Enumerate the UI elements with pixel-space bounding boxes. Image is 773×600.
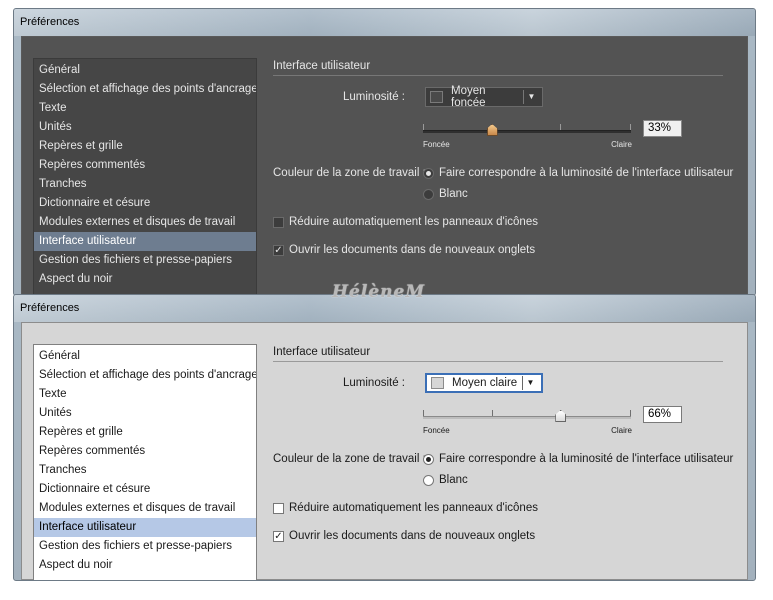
settings-panel: Interface utilisateur Luminosité : Moyen…	[273, 58, 733, 294]
radio-option-white[interactable]: Blanc	[423, 186, 468, 202]
settings-panel: Interface utilisateur Luminosité : Moyen…	[273, 344, 733, 579]
section-title: Interface utilisateur	[273, 346, 371, 358]
brightness-percent-field[interactable]: 33%	[643, 120, 682, 137]
category-item-type[interactable]: Texte	[34, 385, 256, 404]
brightness-swatch	[430, 91, 443, 103]
section-title: Interface utilisateur	[273, 60, 371, 72]
slider-min-label: Foncée	[423, 140, 450, 149]
category-item-general[interactable]: Général	[34, 61, 256, 80]
slider-max-label: Claire	[611, 426, 632, 435]
category-item-smart-guides[interactable]: Repères commentés	[34, 156, 256, 175]
section-divider	[273, 361, 723, 362]
radio-option-match[interactable]: Faire correspondre à la luminosité de l'…	[423, 451, 733, 467]
workspace-color-label: Couleur de la zone de travail :	[273, 453, 426, 465]
category-list: Général Sélection et affichage des point…	[33, 344, 257, 580]
checkbox-auto-collapse[interactable]	[273, 502, 284, 514]
brightness-value: Moyen foncée	[451, 85, 486, 109]
checkmark-icon: ✓	[274, 530, 283, 542]
dialog-content: Général Sélection et affichage des point…	[21, 36, 748, 295]
slider-min-label: Foncée	[423, 426, 450, 435]
checkbox-open-tabs-label: Ouvrir les documents dans de nouveaux on…	[289, 530, 536, 542]
brightness-slider[interactable]: Foncée Claire	[423, 116, 632, 150]
category-item-slices[interactable]: Tranches	[34, 461, 256, 480]
category-item-guides-grid[interactable]: Repères et grille	[34, 423, 256, 442]
radio-match-label: Faire correspondre à la luminosité de l'…	[439, 167, 734, 179]
category-item-user-interface[interactable]: Interface utilisateur	[34, 518, 256, 537]
checkbox-open-tabs[interactable]: ✓	[273, 244, 284, 256]
category-item-file-clipboard[interactable]: Gestion des fichiers et presse-papiers	[34, 537, 256, 556]
slider-max-label: Claire	[611, 140, 632, 149]
checkbox-auto-collapse-row[interactable]: Réduire automatiquement les panneaux d'i…	[273, 500, 538, 516]
category-item-units[interactable]: Unités	[34, 404, 256, 423]
brightness-label: Luminosité :	[343, 91, 406, 103]
checkbox-auto-collapse[interactable]	[273, 216, 284, 228]
checkmark-icon: ✓	[274, 244, 283, 256]
category-item-units[interactable]: Unités	[34, 118, 256, 137]
radio-white-label: Blanc	[439, 474, 468, 486]
category-item-file-clipboard[interactable]: Gestion des fichiers et presse-papiers	[34, 251, 256, 270]
preferences-window-dark: Préférences Général Sélection et afficha…	[13, 8, 756, 296]
watermark-signature: HélèneM	[332, 282, 426, 302]
checkbox-open-tabs-row[interactable]: ✓ Ouvrir les documents dans de nouveaux …	[273, 242, 535, 258]
checkbox-open-tabs-row[interactable]: ✓ Ouvrir les documents dans de nouveaux …	[273, 528, 535, 544]
brightness-dropdown[interactable]: Moyen foncée ▼	[425, 85, 543, 109]
brightness-value: Moyen claire	[452, 377, 518, 389]
category-item-general[interactable]: Général	[34, 347, 256, 366]
brightness-percent-field[interactable]: 66%	[643, 406, 682, 423]
slider-track[interactable]	[423, 130, 631, 133]
radio-option-white[interactable]: Blanc	[423, 472, 468, 488]
chevron-down-icon[interactable]: ▼	[523, 90, 539, 104]
dialog-content: Général Sélection et affichage des point…	[21, 322, 748, 580]
workspace-color-label: Couleur de la zone de travail :	[273, 167, 426, 179]
checkbox-auto-collapse-row[interactable]: Réduire automatiquement les panneaux d'i…	[273, 214, 538, 230]
slider-track[interactable]	[423, 416, 631, 419]
window-title: Préférences	[20, 16, 80, 28]
radio-option-match[interactable]: Faire correspondre à la luminosité de l'…	[423, 165, 733, 181]
category-item-user-interface[interactable]: Interface utilisateur	[34, 232, 256, 251]
category-item-hyphenation[interactable]: Dictionnaire et césure	[34, 480, 256, 499]
checkbox-open-tabs-label: Ouvrir les documents dans de nouveaux on…	[289, 244, 536, 256]
radio-match[interactable]	[423, 453, 434, 465]
checkbox-auto-collapse-label: Réduire automatiquement les panneaux d'i…	[289, 502, 538, 514]
brightness-slider[interactable]: Foncée Claire	[423, 402, 632, 436]
brightness-label: Luminosité :	[343, 377, 406, 389]
radio-match[interactable]	[423, 167, 434, 179]
section-divider	[273, 75, 723, 76]
category-item-slices[interactable]: Tranches	[34, 175, 256, 194]
radio-white[interactable]	[423, 474, 434, 486]
checkbox-auto-collapse-label: Réduire automatiquement les panneaux d'i…	[289, 216, 538, 228]
category-item-type[interactable]: Texte	[34, 99, 256, 118]
category-list: Général Sélection et affichage des point…	[33, 58, 257, 295]
radio-match-label: Faire correspondre à la luminosité de l'…	[439, 453, 734, 465]
brightness-swatch	[431, 377, 444, 389]
radio-white[interactable]	[423, 188, 434, 200]
brightness-dropdown[interactable]: Moyen claire ▼	[425, 373, 543, 393]
category-item-plugins-scratch[interactable]: Modules externes et disques de travail	[34, 499, 256, 518]
category-item-anchor-points[interactable]: Sélection et affichage des points d'ancr…	[34, 366, 256, 385]
category-item-anchor-points[interactable]: Sélection et affichage des points d'ancr…	[34, 80, 256, 99]
checkbox-open-tabs[interactable]: ✓	[273, 530, 284, 542]
chevron-down-icon[interactable]: ▼	[522, 376, 538, 390]
slider-thumb[interactable]	[555, 410, 567, 422]
category-item-smart-guides[interactable]: Repères commentés	[34, 442, 256, 461]
slider-thumb[interactable]	[486, 124, 498, 136]
category-item-black-appearance[interactable]: Aspect du noir	[34, 556, 256, 575]
radio-white-label: Blanc	[439, 188, 468, 200]
preferences-window-light: Préférences Général Sélection et afficha…	[13, 294, 756, 581]
category-item-guides-grid[interactable]: Repères et grille	[34, 137, 256, 156]
category-item-plugins-scratch[interactable]: Modules externes et disques de travail	[34, 213, 256, 232]
category-item-hyphenation[interactable]: Dictionnaire et césure	[34, 194, 256, 213]
category-item-black-appearance[interactable]: Aspect du noir	[34, 270, 256, 289]
